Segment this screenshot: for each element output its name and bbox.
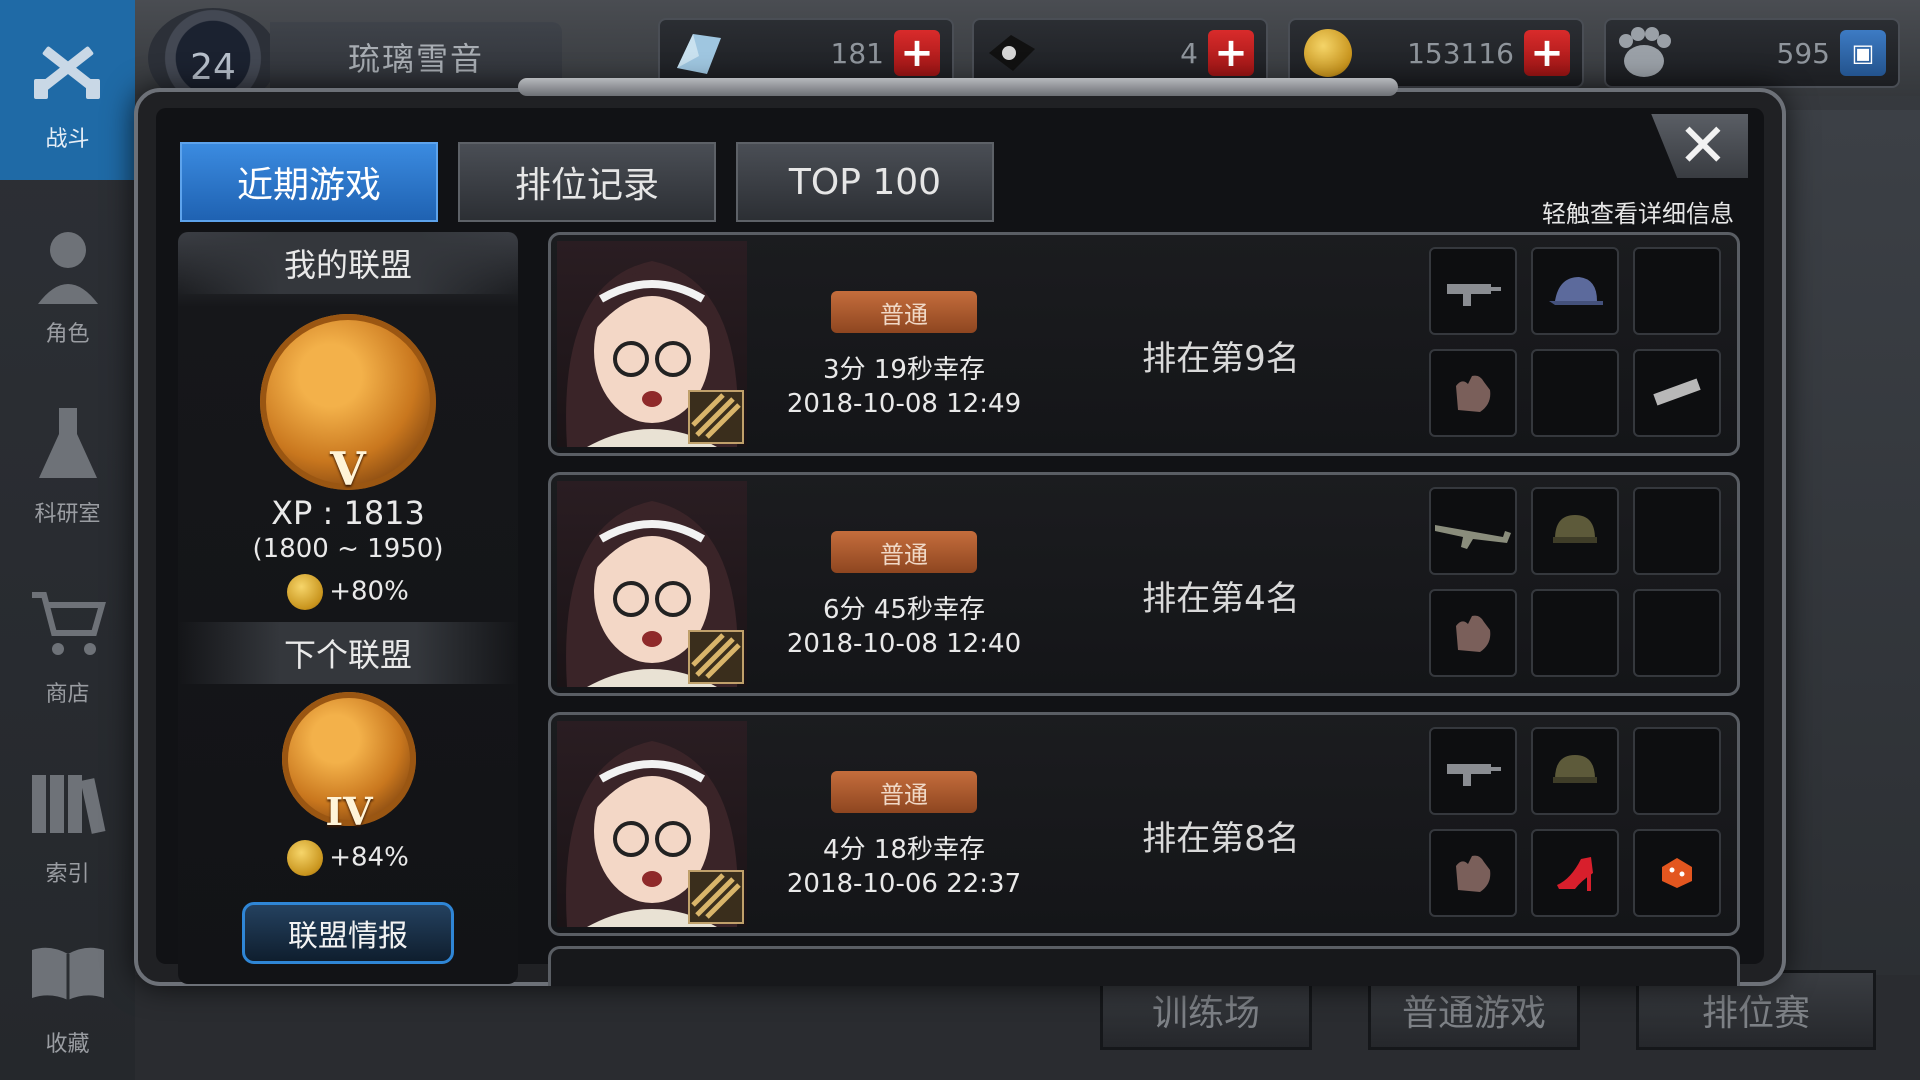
player-name: 琉璃雪音 bbox=[347, 40, 484, 78]
sidebar: 战斗 角色 科研室 商店 索引 收藏 bbox=[0, 0, 135, 1080]
player-name-plate[interactable]: 琉璃雪音 bbox=[270, 22, 562, 92]
books-icon bbox=[26, 762, 110, 846]
heel-shoe-icon bbox=[1531, 829, 1619, 917]
game-mode-tag: 普通 bbox=[831, 771, 977, 813]
ticket-icon bbox=[982, 23, 1042, 83]
cap-icon bbox=[1531, 247, 1619, 335]
survival-time: 3分 19秒幸存 bbox=[823, 355, 985, 385]
empty-slot bbox=[1633, 247, 1721, 335]
sidebar-label: 角色 bbox=[45, 322, 90, 347]
game-record-row-partial[interactable] bbox=[548, 946, 1740, 986]
game-timestamp: 2018-10-06 22:37 bbox=[786, 869, 1022, 899]
sidebar-item-shop[interactable]: 商店 bbox=[0, 560, 135, 730]
sidebar-item-index[interactable]: 索引 bbox=[0, 740, 135, 910]
game-mode-tag: 普通 bbox=[831, 531, 977, 573]
game-record-row[interactable]: 普通 6分 45秒幸存 2018-10-08 12:40 排在第4名 bbox=[548, 472, 1740, 696]
next-league-tier: IV bbox=[325, 789, 373, 834]
character-portrait bbox=[557, 721, 747, 927]
flask-icon bbox=[26, 402, 110, 486]
tab-top-100[interactable]: TOP 100 bbox=[736, 142, 994, 222]
close-button[interactable]: ✕ bbox=[1651, 111, 1748, 181]
gold-value: 153116 bbox=[1407, 36, 1514, 70]
empty-slot bbox=[1633, 589, 1721, 677]
empty-slot bbox=[1531, 589, 1619, 677]
my-league-tier: V bbox=[330, 442, 366, 496]
xp-text: XP : 1813 bbox=[271, 494, 425, 532]
sidebar-item-character[interactable]: 角色 bbox=[0, 200, 135, 370]
game-record-row[interactable]: 普通 4分 18秒幸存 2018-10-06 22:37 排在第8名 bbox=[548, 712, 1740, 936]
open-book-icon bbox=[26, 932, 110, 1016]
cart-icon bbox=[26, 582, 110, 666]
xp-range: (1800 ~ 1950) bbox=[252, 534, 444, 564]
sidebar-label: 收藏 bbox=[45, 1032, 90, 1057]
tap-hint: 轻触查看详细信息 bbox=[1542, 200, 1734, 228]
league-info-button[interactable]: 联盟情报 bbox=[242, 902, 454, 964]
my-bonus-value: +80% bbox=[329, 576, 409, 607]
right-background-panel bbox=[1770, 110, 1920, 1070]
gold-coin-icon bbox=[287, 574, 324, 610]
bp-shop-button[interactable]: ▣ bbox=[1840, 30, 1886, 76]
next-league-title: 下个联盟 bbox=[178, 622, 518, 684]
sidebar-label: 科研室 bbox=[34, 502, 101, 527]
helmet-icon bbox=[1531, 727, 1619, 815]
next-league-medal: IV bbox=[282, 692, 416, 834]
close-icon: ✕ bbox=[1677, 111, 1728, 181]
sidebar-label: 商店 bbox=[45, 682, 90, 707]
empty-slot bbox=[1633, 487, 1721, 575]
next-bonus-value: +84% bbox=[329, 842, 409, 873]
gold-coin-icon bbox=[287, 840, 324, 876]
dice-icon bbox=[1633, 829, 1721, 917]
magazine-icon bbox=[1633, 349, 1721, 437]
character-portrait bbox=[557, 481, 747, 687]
add-gold-button[interactable]: + bbox=[1524, 30, 1570, 76]
game-mode-tag: 普通 bbox=[831, 291, 977, 333]
modal-top-bar bbox=[518, 78, 1398, 96]
league-panel: 我的联盟 V XP : 1813 (1800 ~ 1950) +80% 下个联盟… bbox=[178, 232, 518, 984]
game-timestamp: 2018-10-08 12:40 bbox=[786, 629, 1022, 659]
my-league-title: 我的联盟 bbox=[178, 232, 518, 294]
survival-time: 4分 18秒幸存 bbox=[823, 835, 985, 865]
bp-paw-icon bbox=[1614, 23, 1674, 83]
crossed-guns-icon bbox=[26, 27, 110, 111]
gold-coin-icon bbox=[1298, 23, 1358, 83]
modal-content: 近期游戏 排位记录 TOP 100 轻触查看详细信息 我的联盟 V XP : 1… bbox=[156, 108, 1764, 986]
character-portrait bbox=[557, 241, 747, 447]
game-record-row[interactable]: 普通 3分 19秒幸存 2018-10-08 12:49 排在第9名 bbox=[548, 232, 1740, 456]
glove-icon bbox=[1429, 589, 1517, 677]
smg-icon bbox=[1429, 247, 1517, 335]
sidebar-item-lab[interactable]: 科研室 bbox=[0, 380, 135, 550]
sidebar-label: 战斗 bbox=[45, 127, 90, 152]
smg-icon bbox=[1429, 727, 1517, 815]
crystal-icon bbox=[668, 23, 728, 83]
recent-games-modal: 近期游戏 排位记录 TOP 100 轻触查看详细信息 我的联盟 V XP : 1… bbox=[134, 78, 1786, 986]
ticket-value: 4 bbox=[1180, 36, 1198, 70]
bp-value: 595 bbox=[1776, 36, 1830, 70]
empty-slot bbox=[1633, 727, 1721, 815]
tab-ranked-records[interactable]: 排位记录 bbox=[458, 142, 716, 222]
add-ticket-button[interactable]: + bbox=[1208, 30, 1254, 76]
sidebar-item-battle[interactable]: 战斗 bbox=[0, 0, 135, 180]
character-icon bbox=[26, 222, 110, 306]
helmet-icon bbox=[1531, 487, 1619, 575]
sidebar-label: 索引 bbox=[45, 862, 90, 887]
bp-currency: 595 ▣ bbox=[1604, 18, 1900, 88]
my-league-medal: V bbox=[260, 314, 436, 496]
tab-recent-games[interactable]: 近期游戏 bbox=[180, 142, 438, 222]
crystal-value: 181 bbox=[830, 36, 884, 70]
next-league-bonus: +84% bbox=[178, 840, 518, 876]
glove-icon bbox=[1429, 829, 1517, 917]
my-league-bonus: +80% bbox=[178, 574, 518, 610]
sidebar-item-collection[interactable]: 收藏 bbox=[0, 910, 135, 1080]
add-crystal-button[interactable]: + bbox=[894, 30, 940, 76]
game-timestamp: 2018-10-08 12:49 bbox=[786, 389, 1022, 419]
rank-text: 排在第4名 bbox=[1142, 579, 1300, 619]
survival-time: 6分 45秒幸存 bbox=[823, 595, 985, 625]
player-level: 24 bbox=[190, 46, 236, 88]
rifle-icon bbox=[1429, 487, 1517, 575]
glove-icon bbox=[1429, 349, 1517, 437]
rank-text: 排在第9名 bbox=[1142, 339, 1300, 379]
empty-slot bbox=[1531, 349, 1619, 437]
rank-text: 排在第8名 bbox=[1142, 819, 1300, 859]
